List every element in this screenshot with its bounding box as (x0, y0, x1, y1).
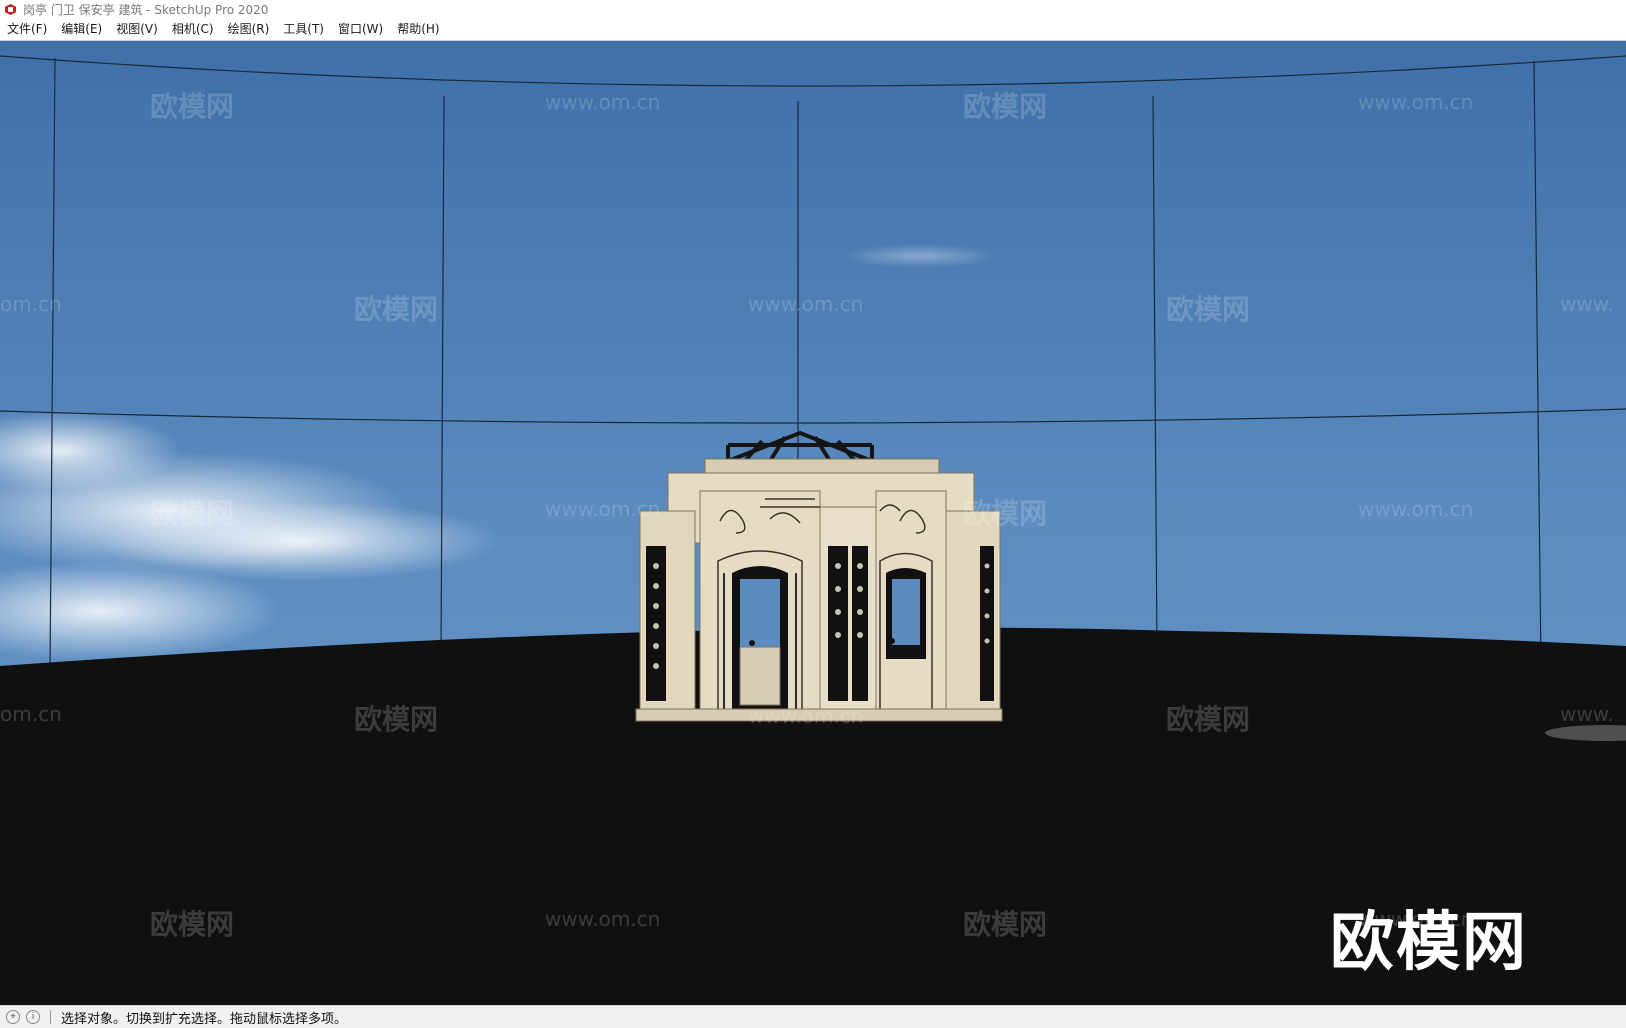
menu-help[interactable]: 帮助(H) (390, 19, 446, 40)
menu-file[interactable]: 文件(F) (0, 19, 54, 40)
watermark-brand: 欧模网 (963, 497, 1047, 530)
watermark-brand: 欧模网 (354, 293, 438, 326)
watermark-url: www.om.cn (545, 90, 660, 114)
watermark-brand: 欧模网 (1166, 293, 1250, 326)
menu-camera[interactable]: 相机(C) (165, 19, 221, 40)
status-message: 选择对象。切换到扩充选择。拖动鼠标选择多项。 (61, 1011, 348, 1027)
watermark-brand: 欧模网 (1166, 703, 1250, 736)
watermark-brand: 欧模网 (963, 908, 1047, 941)
status-divider (50, 1010, 51, 1024)
menu-edit[interactable]: 编辑(E) (54, 19, 109, 40)
watermark-brand: 欧模网 (150, 497, 234, 530)
watermark-url: www.om.cn (545, 497, 660, 521)
title-bar: 岗亭 门卫 保安亭 建筑 - SketchUp Pro 2020 (0, 0, 1626, 19)
watermark-url-partial-right: www. (1560, 292, 1614, 316)
model-viewport[interactable]: 欧模网 www.om.cn 欧模网 www.om.cn om.cn 欧模网 ww… (0, 41, 1626, 1005)
watermark-url: www.om.cn (1358, 497, 1473, 521)
watermark-brand: 欧模网 (354, 703, 438, 736)
guard-house-model[interactable] (635, 430, 1003, 722)
sketchup-window: 岗亭 门卫 保安亭 建筑 - SketchUp Pro 2020 文件(F) 编… (0, 0, 1626, 1028)
menu-window[interactable]: 窗口(W) (331, 19, 390, 40)
scene-canvas[interactable]: 欧模网 www.om.cn 欧模网 www.om.cn om.cn 欧模网 ww… (0, 41, 1626, 1005)
info-icon[interactable]: i (26, 1010, 40, 1024)
menu-view[interactable]: 视图(V) (109, 19, 165, 40)
window-title: 岗亭 门卫 保安亭 建筑 - SketchUp Pro 2020 (23, 3, 269, 17)
sketchup-app-icon[interactable] (4, 3, 17, 16)
watermark-url-partial: om.cn (0, 292, 62, 316)
watermark-url: www.om.cn (748, 704, 863, 728)
menu-draw[interactable]: 绘图(R) (221, 19, 277, 40)
status-bar: ⌖ i 选择对象。切换到扩充选择。拖动鼠标选择多项。 (0, 1005, 1626, 1028)
watermark-logo-large: 欧模网 (1330, 906, 1528, 980)
watermark-url-partial: om.cn (0, 702, 62, 726)
watermark-brand: 欧模网 (150, 90, 234, 123)
watermark-url: www.om.cn (1358, 90, 1473, 114)
watermark-url: www.om.cn (545, 907, 660, 931)
watermark-url-partial-right: www. (1560, 702, 1614, 726)
watermark-brand: 欧模网 (963, 90, 1047, 123)
menu-bar: 文件(F) 编辑(E) 视图(V) 相机(C) 绘图(R) 工具(T) 窗口(W… (0, 19, 1626, 41)
watermark-url: www.om.cn (748, 292, 863, 316)
watermark-brand: 欧模网 (150, 908, 234, 941)
menu-tools[interactable]: 工具(T) (276, 19, 331, 40)
geo-location-icon[interactable]: ⌖ (6, 1010, 20, 1024)
